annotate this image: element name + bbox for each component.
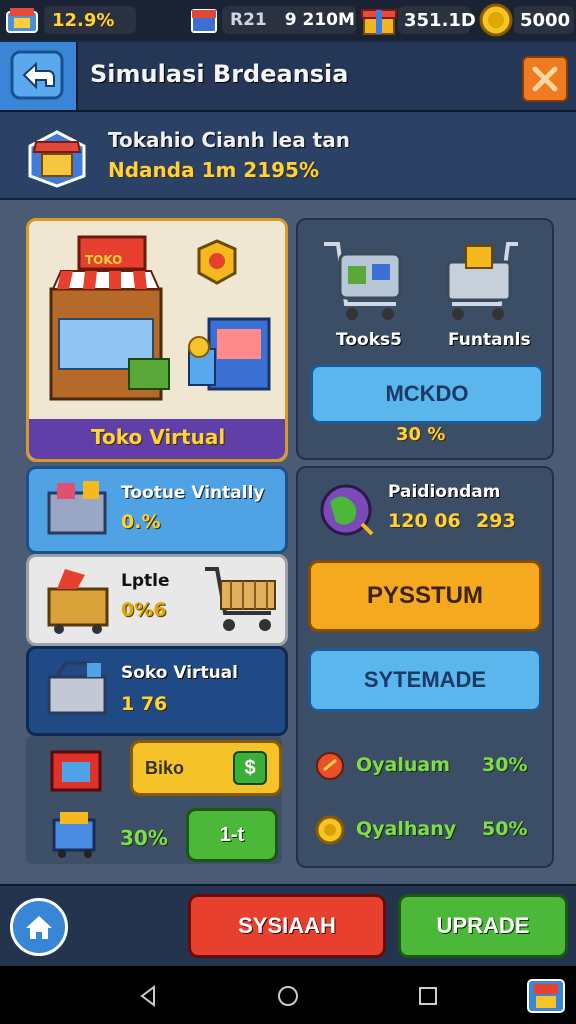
- sytemade-button[interactable]: SYTEMADE: [308, 648, 542, 712]
- stats-value-2: 293: [476, 510, 516, 532]
- right-cart-label: Funtanls: [448, 330, 531, 350]
- store-caption-bar: Toko Virtual: [29, 419, 285, 459]
- right-cart-icon: [446, 242, 518, 320]
- stat2-label: Qyalhany: [356, 818, 457, 840]
- gift-icon: [360, 2, 398, 38]
- info-banner: Tokahio Cianh lea tan Ndanda 1m 2195%: [0, 112, 576, 201]
- resource-bar: 12.9% R21 9 210M 351.1D 5000: [0, 0, 576, 40]
- percent-value: 12.9%: [52, 9, 115, 31]
- mckdo-button[interactable]: MCKDO: [310, 364, 544, 424]
- stat1-label: Oyaluam: [356, 754, 451, 776]
- carts-percent: 30 %: [396, 424, 446, 445]
- back-arrow-icon: [10, 50, 64, 100]
- store-sign-text: TOKO: [85, 253, 123, 267]
- list-item-value: 0%6: [121, 599, 167, 621]
- upgrade-button[interactable]: UPRADE: [398, 894, 568, 958]
- left-cart-icon: [324, 242, 402, 320]
- basket-icon: [47, 481, 107, 535]
- blue-cart-icon: [52, 812, 96, 858]
- coin-value: 5000: [520, 9, 571, 31]
- featured-store-card[interactable]: TOKO Toko Virtual: [26, 218, 288, 462]
- list-item-title: Tootue Vintally: [121, 483, 265, 503]
- crate-icon: [47, 569, 109, 634]
- stats-title: Paidiondam: [388, 482, 501, 502]
- store-caption: Toko Virtual: [91, 425, 226, 449]
- stats-panel: Paidiondam 120 06 293 PYSSTUM SYTEMADE O…: [296, 466, 554, 868]
- shop-box-icon: [22, 120, 92, 190]
- bottom-left-percent: 30%: [120, 826, 168, 850]
- stat2-value: 50%: [482, 818, 528, 840]
- box-icon: [188, 4, 220, 36]
- back-button[interactable]: [0, 42, 78, 110]
- page-title: Simulasi Brdeansia: [90, 60, 349, 88]
- info-line-2: Ndanda 1m 2195%: [108, 158, 319, 182]
- list-item-title: Soko Virtual: [121, 663, 238, 683]
- bottom-left-panel: Biko $ 30% 1-t: [26, 736, 282, 864]
- coin-icon: [478, 2, 514, 38]
- r-label: R21: [230, 10, 267, 30]
- left-cart-label: Tooks5: [336, 330, 402, 350]
- recents-nav-icon[interactable]: [416, 984, 440, 1008]
- biko-label: Biko: [145, 757, 185, 778]
- info-line-1: Tokahio Cianh lea tan: [108, 128, 350, 152]
- close-icon: [532, 66, 558, 92]
- list-item[interactable]: Soko Virtual 1 76: [26, 646, 288, 736]
- resource-value: 9 210M: [284, 10, 355, 30]
- globe-icon: [320, 484, 374, 536]
- basket-icon: [47, 661, 107, 715]
- header: Simulasi Brdeansia: [0, 42, 576, 112]
- stats-value-1: 120 06: [388, 510, 461, 532]
- red-orb-icon: [316, 752, 344, 780]
- app-shortcut-icon[interactable]: [526, 976, 566, 1016]
- list-item-value: 0.%: [121, 511, 161, 533]
- close-button[interactable]: [522, 56, 568, 102]
- red-box-icon: [50, 750, 102, 792]
- app-icon[interactable]: [4, 4, 40, 36]
- back-nav-icon[interactable]: [136, 984, 160, 1008]
- list-item-title: Lptle: [121, 571, 170, 591]
- home-button[interactable]: [10, 898, 68, 956]
- percent-counter: 12.9%: [44, 6, 136, 34]
- small-action-button[interactable]: 1-t: [186, 808, 278, 862]
- gift-counter: 351.1D: [398, 6, 476, 34]
- carts-panel: Tooks5 Funtanls MCKDO 30 %: [296, 218, 554, 460]
- home-icon: [26, 916, 52, 939]
- list-item[interactable]: Tootue Vintally 0.%: [26, 466, 288, 554]
- store-illustration: [49, 235, 271, 401]
- dollar-icon: $: [233, 751, 267, 785]
- biko-button[interactable]: Biko $: [130, 740, 282, 796]
- shopping-cart-icon: [205, 567, 276, 631]
- system-nav-bar: [0, 966, 576, 1024]
- list-item[interactable]: Lptle 0%6: [26, 554, 288, 646]
- home-nav-icon[interactable]: [276, 984, 300, 1008]
- gold-coin-icon: [315, 815, 345, 845]
- sysiaah-button[interactable]: SYSIAAH: [188, 894, 386, 958]
- pysstum-button[interactable]: PYSSTUM: [308, 560, 542, 632]
- stat1-value: 30%: [482, 754, 528, 776]
- gift-value: 351.1D: [404, 9, 476, 31]
- list-item-value: 1 76: [121, 693, 168, 715]
- coin-counter: 5000: [514, 6, 574, 34]
- bottom-bar: SYSIAAH UPRADE: [0, 884, 576, 966]
- resource-counter: R21 9 210M: [222, 6, 356, 34]
